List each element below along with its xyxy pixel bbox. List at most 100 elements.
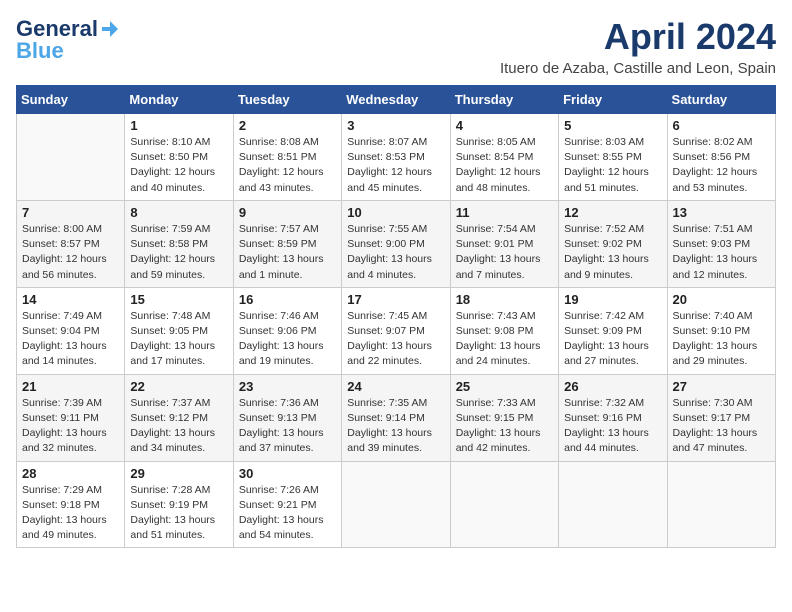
- calendar-cell: 21Sunrise: 7:39 AMSunset: 9:11 PMDayligh…: [17, 374, 125, 461]
- calendar-cell: 8Sunrise: 7:59 AMSunset: 8:58 PMDaylight…: [125, 200, 233, 287]
- calendar-cell: 25 Sunrise: 7:33 AMSunset: 9:15 PMDayligh…: [450, 374, 558, 461]
- day-info: Sunrise: 7:36 AMSunset: 9:13 PMDaylight:…: [239, 396, 336, 457]
- day-info: Sunrise: 7:32 AMSunset: 9:16 PMDaylight:…: [564, 396, 661, 457]
- calendar-week-row: 21Sunrise: 7:39 AMSunset: 9:11 PMDayligh…: [17, 374, 776, 461]
- day-number: 5: [564, 118, 661, 133]
- calendar-cell: [342, 461, 450, 548]
- day-number: 27: [673, 379, 770, 394]
- calendar-cell: [17, 114, 125, 201]
- calendar-cell: 12Sunrise: 7:52 AMSunset: 9:02 PMDayligh…: [559, 200, 667, 287]
- day-info: Sunrise: 7:35 AMSunset: 9:14 PMDaylight:…: [347, 396, 444, 457]
- day-info: Sunrise: 7:57 AMSunset: 8:59 PMDaylight:…: [239, 222, 336, 283]
- calendar-cell: 1 Sunrise: 8:10 AMSunset: 8:50 PMDaylight…: [125, 114, 233, 201]
- day-number: 24: [347, 379, 444, 394]
- day-number: 15: [130, 292, 227, 307]
- calendar-cell: 7 Sunrise: 8:00 AMSunset: 8:57 PMDaylight…: [17, 200, 125, 287]
- calendar-table: SundayMondayTuesdayWednesdayThursdayFrid…: [16, 85, 776, 548]
- day-number: 9: [239, 205, 336, 220]
- title-area: April 2024 Ituero de Azaba, Castille and…: [500, 16, 776, 77]
- calendar-cell: 3 Sunrise: 8:07 AMSunset: 8:53 PMDaylight…: [342, 114, 450, 201]
- calendar-header-row: SundayMondayTuesdayWednesdayThursdayFrid…: [17, 86, 776, 114]
- day-number: 25: [456, 379, 553, 394]
- calendar-cell: 20 Sunrise: 7:40 AMSunset: 9:10 PMDayligh…: [667, 287, 775, 374]
- calendar-cell: 11Sunrise: 7:54 AMSunset: 9:01 PMDayligh…: [450, 200, 558, 287]
- day-info: Sunrise: 7:51 AMSunset: 9:03 PMDaylight:…: [673, 222, 770, 283]
- day-info: Sunrise: 7:28 AMSunset: 9:19 PMDaylight:…: [130, 483, 227, 544]
- page-header: General Blue April 2024 Ituero de Azaba,…: [16, 16, 776, 77]
- day-info: Sunrise: 7:39 AMSunset: 9:11 PMDaylight:…: [22, 396, 119, 457]
- calendar-cell: 29 Sunrise: 7:28 AMSunset: 9:19 PMDayligh…: [125, 461, 233, 548]
- day-info: Sunrise: 8:10 AMSunset: 8:50 PMDaylight:…: [130, 135, 227, 196]
- day-number: 16: [239, 292, 336, 307]
- calendar-cell: 17Sunrise: 7:45 AMSunset: 9:07 PMDayligh…: [342, 287, 450, 374]
- day-number: 12: [564, 205, 661, 220]
- calendar-week-row: 14 Sunrise: 7:49 AMSunset: 9:04 PMDayligh…: [17, 287, 776, 374]
- day-number: 19: [564, 292, 661, 307]
- day-number: 7: [22, 205, 119, 220]
- day-info: Sunrise: 8:03 AMSunset: 8:55 PMDaylight:…: [564, 135, 661, 196]
- day-info: Sunrise: 7:59 AMSunset: 8:58 PMDaylight:…: [130, 222, 227, 283]
- day-header-tuesday: Tuesday: [233, 86, 341, 114]
- calendar-cell: 2Sunrise: 8:08 AMSunset: 8:51 PMDaylight…: [233, 114, 341, 201]
- day-header-sunday: Sunday: [17, 86, 125, 114]
- day-header-monday: Monday: [125, 86, 233, 114]
- calendar-cell: [667, 461, 775, 548]
- day-info: Sunrise: 7:49 AMSunset: 9:04 PMDaylight:…: [22, 309, 119, 370]
- calendar-week-row: 28 Sunrise: 7:29 AMSunset: 9:18 PMDayligh…: [17, 461, 776, 548]
- calendar-cell: 10 Sunrise: 7:55 AMSunset: 9:00 PMDayligh…: [342, 200, 450, 287]
- day-info: Sunrise: 7:46 AMSunset: 9:06 PMDaylight:…: [239, 309, 336, 370]
- day-info: Sunrise: 8:08 AMSunset: 8:51 PMDaylight:…: [239, 135, 336, 196]
- calendar-cell: 23 Sunrise: 7:36 AMSunset: 9:13 PMDayligh…: [233, 374, 341, 461]
- month-title: April 2024: [500, 16, 776, 58]
- day-header-wednesday: Wednesday: [342, 86, 450, 114]
- day-header-saturday: Saturday: [667, 86, 775, 114]
- calendar-cell: 4 Sunrise: 8:05 AMSunset: 8:54 PMDaylight…: [450, 114, 558, 201]
- calendar-week-row: 7 Sunrise: 8:00 AMSunset: 8:57 PMDaylight…: [17, 200, 776, 287]
- day-info: Sunrise: 7:29 AMSunset: 9:18 PMDaylight:…: [22, 483, 119, 544]
- day-number: 3: [347, 118, 444, 133]
- logo-blue: Blue: [16, 38, 64, 64]
- calendar-cell: [450, 461, 558, 548]
- day-info: Sunrise: 8:02 AMSunset: 8:56 PMDaylight:…: [673, 135, 770, 196]
- day-info: Sunrise: 7:55 AMSunset: 9:00 PMDaylight:…: [347, 222, 444, 283]
- calendar-cell: 30Sunrise: 7:26 AMSunset: 9:21 PMDayligh…: [233, 461, 341, 548]
- day-info: Sunrise: 8:00 AMSunset: 8:57 PMDaylight:…: [22, 222, 119, 283]
- calendar-cell: 26Sunrise: 7:32 AMSunset: 9:16 PMDayligh…: [559, 374, 667, 461]
- day-info: Sunrise: 7:33 AMSunset: 9:15 PMDaylight:…: [456, 396, 553, 457]
- day-number: 10: [347, 205, 444, 220]
- day-number: 11: [456, 205, 553, 220]
- day-info: Sunrise: 8:07 AMSunset: 8:53 PMDaylight:…: [347, 135, 444, 196]
- calendar-cell: 13 Sunrise: 7:51 AMSunset: 9:03 PMDayligh…: [667, 200, 775, 287]
- day-number: 28: [22, 466, 119, 481]
- day-number: 30: [239, 466, 336, 481]
- day-number: 17: [347, 292, 444, 307]
- day-number: 14: [22, 292, 119, 307]
- day-info: Sunrise: 7:43 AMSunset: 9:08 PMDaylight:…: [456, 309, 553, 370]
- day-info: Sunrise: 7:40 AMSunset: 9:10 PMDaylight:…: [673, 309, 770, 370]
- calendar-cell: [559, 461, 667, 548]
- day-number: 20: [673, 292, 770, 307]
- calendar-cell: 16 Sunrise: 7:46 AMSunset: 9:06 PMDayligh…: [233, 287, 341, 374]
- calendar-cell: 15 Sunrise: 7:48 AMSunset: 9:05 PMDayligh…: [125, 287, 233, 374]
- calendar-cell: 27Sunrise: 7:30 AMSunset: 9:17 PMDayligh…: [667, 374, 775, 461]
- day-info: Sunrise: 7:48 AMSunset: 9:05 PMDaylight:…: [130, 309, 227, 370]
- calendar-cell: 22 Sunrise: 7:37 AMSunset: 9:12 PMDayligh…: [125, 374, 233, 461]
- day-number: 4: [456, 118, 553, 133]
- day-number: 1: [130, 118, 227, 133]
- day-info: Sunrise: 8:05 AMSunset: 8:54 PMDaylight:…: [456, 135, 553, 196]
- day-header-friday: Friday: [559, 86, 667, 114]
- calendar-cell: 24 Sunrise: 7:35 AMSunset: 9:14 PMDayligh…: [342, 374, 450, 461]
- day-number: 22: [130, 379, 227, 394]
- day-number: 13: [673, 205, 770, 220]
- day-info: Sunrise: 7:37 AMSunset: 9:12 PMDaylight:…: [130, 396, 227, 457]
- day-info: Sunrise: 7:42 AMSunset: 9:09 PMDaylight:…: [564, 309, 661, 370]
- calendar-week-row: 1 Sunrise: 8:10 AMSunset: 8:50 PMDaylight…: [17, 114, 776, 201]
- calendar-cell: 19 Sunrise: 7:42 AMSunset: 9:09 PMDayligh…: [559, 287, 667, 374]
- calendar-cell: 6 Sunrise: 8:02 AMSunset: 8:56 PMDaylight…: [667, 114, 775, 201]
- day-number: 29: [130, 466, 227, 481]
- day-number: 18: [456, 292, 553, 307]
- calendar-cell: 9 Sunrise: 7:57 AMSunset: 8:59 PMDaylight…: [233, 200, 341, 287]
- day-number: 6: [673, 118, 770, 133]
- day-number: 23: [239, 379, 336, 394]
- location-text: Ituero de Azaba, Castille and Leon, Spai…: [500, 60, 776, 77]
